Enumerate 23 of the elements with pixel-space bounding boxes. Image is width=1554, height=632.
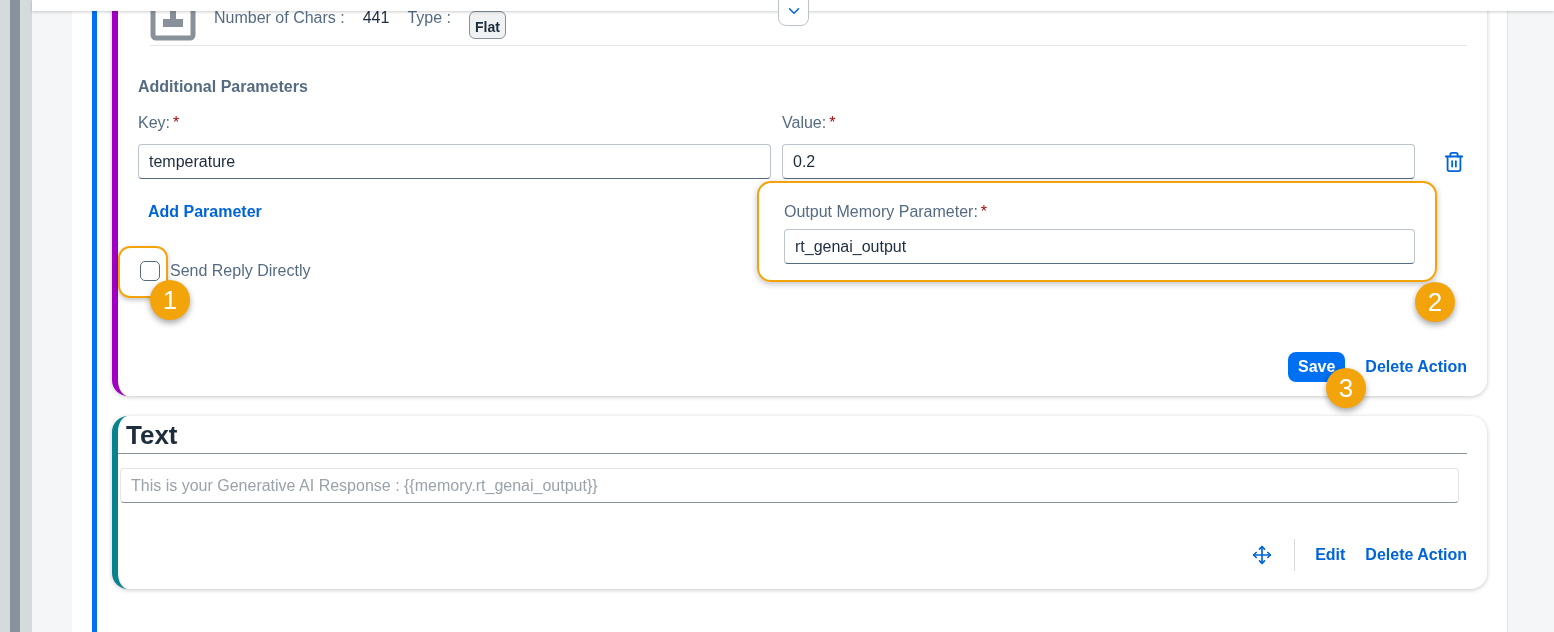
value-label: Value: * (782, 114, 836, 132)
key-label: Key: * (138, 114, 180, 132)
type-label: Type : (407, 8, 451, 27)
callout-badge: 2 (1415, 282, 1455, 322)
delete-icon[interactable] (1442, 149, 1466, 174)
edit-link[interactable]: Edit (1315, 546, 1346, 564)
callout-badge: 1 (150, 280, 190, 320)
delete-action-link[interactable]: Delete Action (1365, 546, 1467, 564)
text-field[interactable]: This is your Generative AI Response : {{memory.rt_genai_output}} (120, 468, 1459, 503)
key-field[interactable]: temperature (138, 144, 771, 179)
type-badge: Flat (469, 10, 506, 39)
delete-action-link[interactable]: Delete Action (1365, 358, 1467, 376)
output-label: Output Memory Parameter: * (784, 203, 989, 221)
add-parameter-link[interactable]: Add Parameter (148, 203, 771, 221)
section-title: Additional Parameters (138, 78, 309, 96)
collapse-button[interactable] (778, 0, 809, 26)
card-title: Text (118, 416, 1467, 454)
send-reply-label: Send Reply Directly (170, 262, 311, 280)
send-reply-checkbox[interactable] (140, 261, 160, 281)
chars-count: 441 (362, 8, 390, 27)
output-field[interactable]: rt_genai_output (784, 229, 1415, 264)
chars-info: Number of Chars : (214, 8, 345, 27)
value-field[interactable]: 0.2 (782, 144, 1415, 179)
